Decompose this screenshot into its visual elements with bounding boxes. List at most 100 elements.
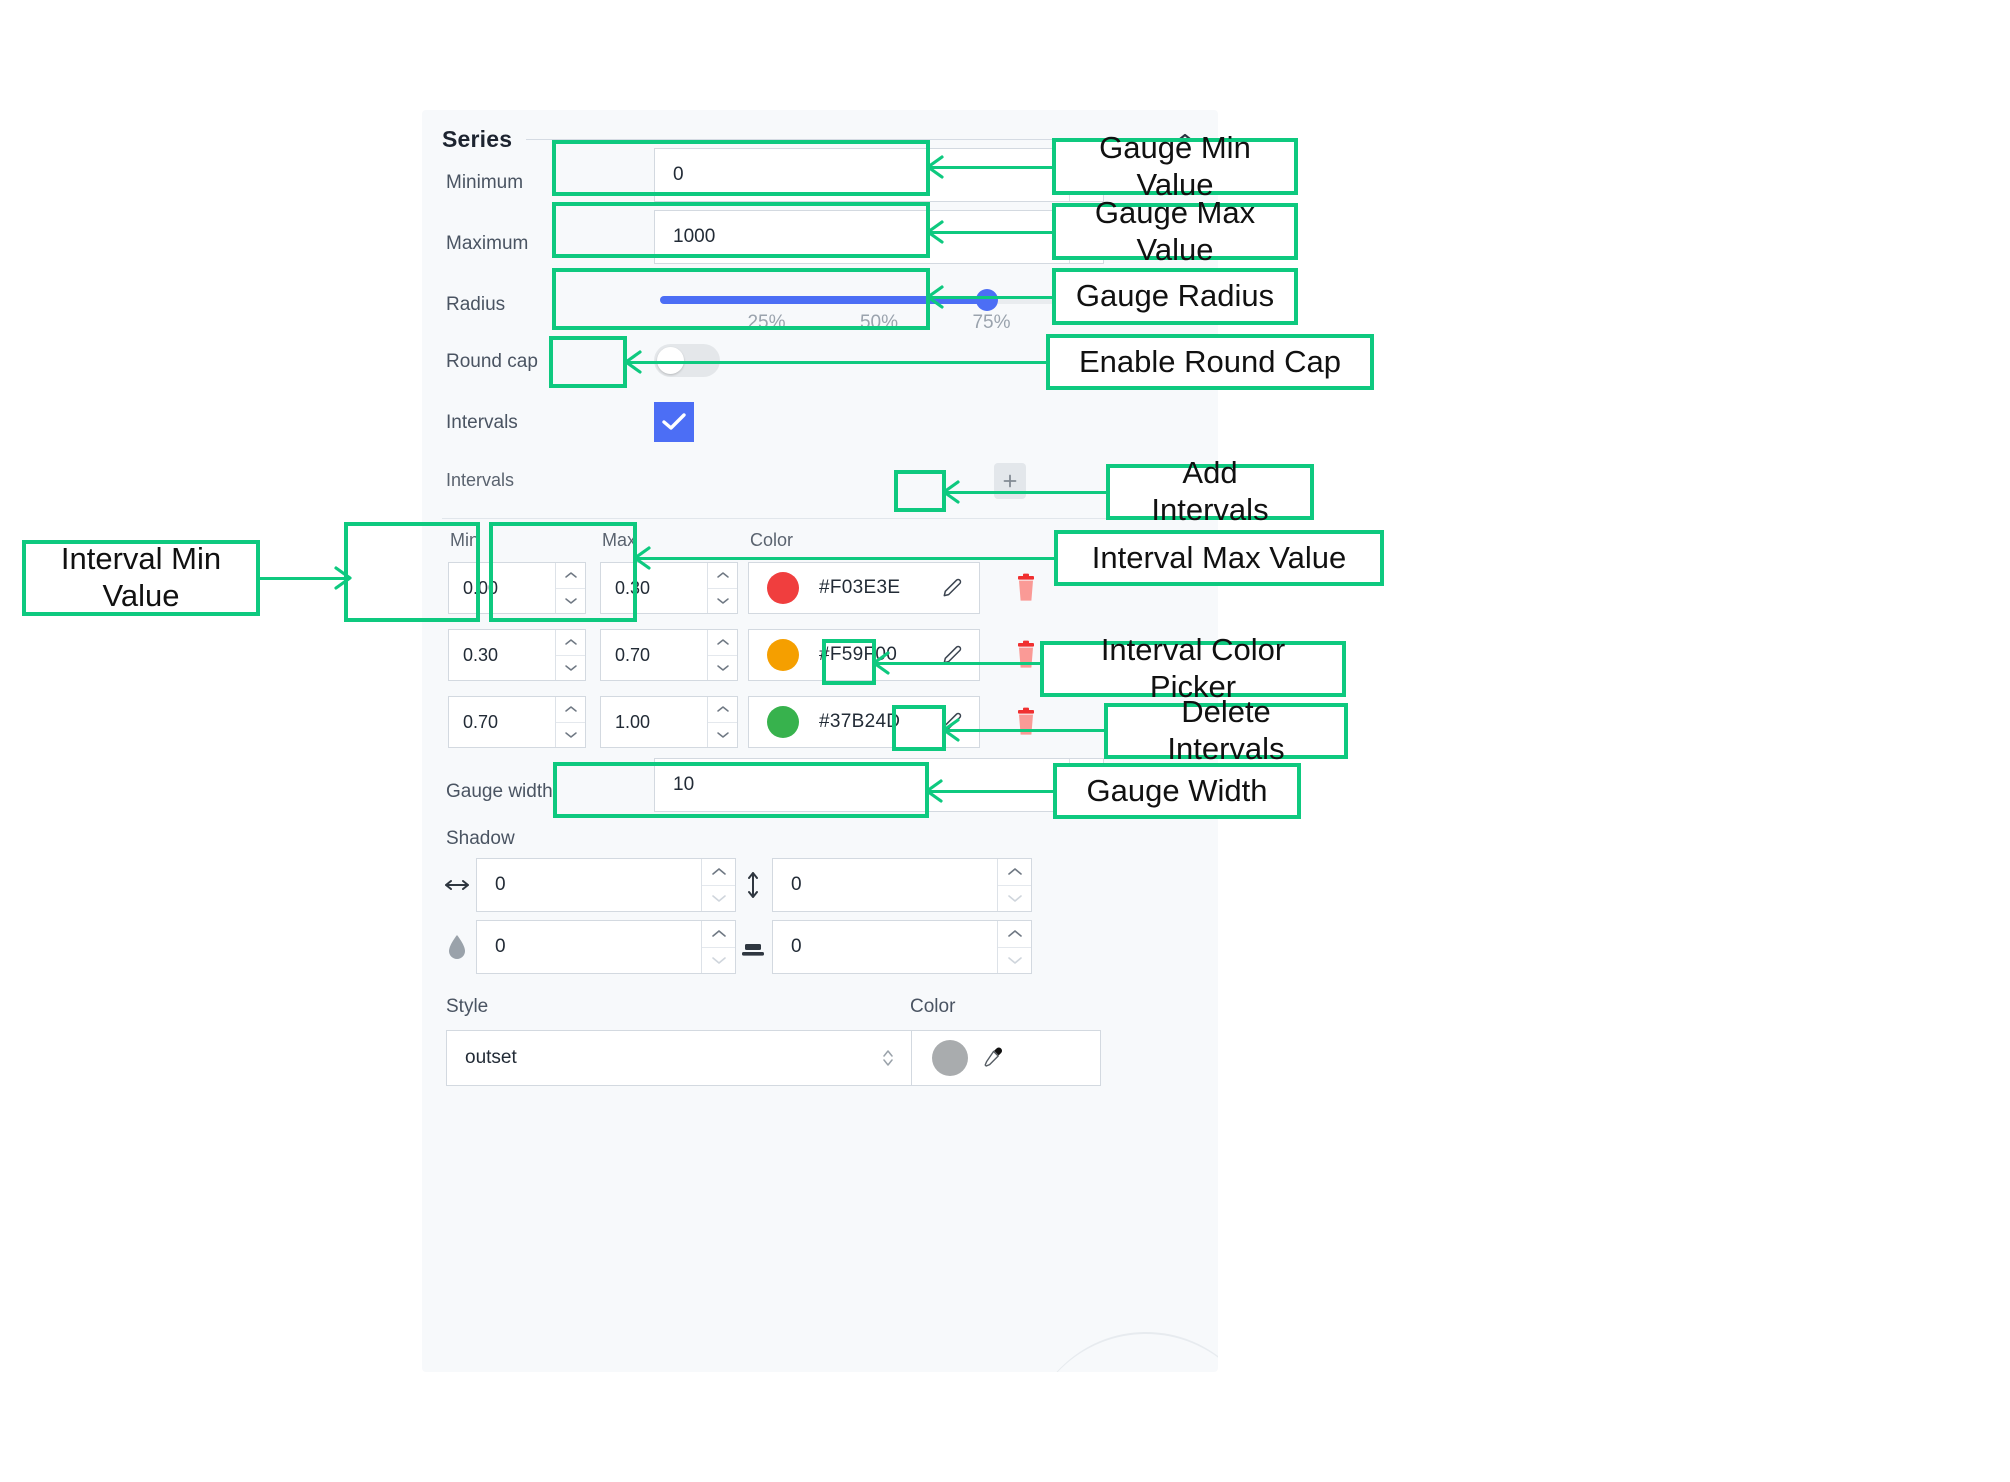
chevron-down-icon[interactable] (708, 721, 737, 748)
arrow-head-gauge-max (926, 220, 944, 244)
interval-min-spinner[interactable] (555, 697, 585, 747)
plus-icon (1003, 474, 1017, 488)
leader-interval-max (637, 557, 1055, 560)
chevron-down-icon[interactable] (998, 946, 1031, 974)
annotation-interval-min-value: Interval Min Value (22, 540, 260, 616)
delete-interval-button[interactable] (1012, 572, 1040, 604)
color-swatch (767, 572, 799, 604)
annotation-label: Interval Max Value (1091, 539, 1347, 575)
shadow-offset-y-input[interactable]: 0 (772, 858, 1032, 912)
interval-min-spinner[interactable] (555, 563, 585, 613)
interval-max-spinner[interactable] (707, 630, 737, 680)
chevron-up-icon[interactable] (708, 563, 737, 588)
color-swatch (767, 639, 799, 671)
minimum-input[interactable]: 0 (654, 148, 1104, 202)
shadow-spread-spinner[interactable] (997, 921, 1031, 973)
annotation-label: Gauge Width (1086, 772, 1268, 808)
spread-icon (740, 936, 766, 962)
shadow-offset-y-spinner[interactable] (997, 859, 1031, 911)
chevron-down-icon[interactable] (556, 654, 585, 681)
delete-interval-button[interactable] (1012, 706, 1040, 738)
chevron-up-icon[interactable] (556, 563, 585, 588)
interval-max-value: 0.70 (615, 644, 651, 665)
chevron-down-icon[interactable] (556, 587, 585, 614)
arrow-head-interval-max (633, 546, 651, 570)
chevron-down-icon[interactable] (556, 721, 585, 748)
arrow-head-delete-intervals (942, 718, 960, 742)
chevron-down-icon[interactable] (702, 946, 735, 974)
radius-slider[interactable]: 25% 50% 75% (654, 270, 1104, 340)
annotation-label: Gauge Radius (1075, 278, 1275, 314)
interval-min-value: 0.00 (463, 577, 499, 598)
interval-min-input[interactable]: 0.30 (448, 629, 586, 681)
border-color-swatch (932, 1040, 968, 1076)
col-header-color: Color (750, 530, 794, 550)
chevron-down-icon[interactable] (998, 884, 1031, 912)
interval-max-input[interactable]: 0.70 (600, 629, 738, 681)
border-color-button[interactable] (911, 1030, 1101, 1086)
leader-delete-intervals (946, 729, 1106, 732)
slider-tick-label: 25% (747, 312, 786, 333)
chevron-down-icon[interactable] (708, 654, 737, 681)
chevron-up-icon[interactable] (702, 921, 735, 947)
annotation-label: Gauge Min Value (1099, 129, 1251, 202)
annotation-label: Add Intervals (1151, 455, 1269, 527)
leader-color-picker (876, 662, 1052, 665)
interval-min-value: 0.70 (463, 711, 499, 732)
leader-gauge-radius (930, 296, 1052, 299)
pencil-icon[interactable] (941, 577, 963, 599)
gauge-width-value: 10 (673, 774, 695, 795)
annotation-label: Gauge Max Value (1094, 194, 1256, 267)
chevron-updown-icon[interactable] (881, 1047, 895, 1069)
annotation-label: Interval Min Value (60, 541, 222, 613)
intervals-list-label: Intervals (446, 470, 515, 490)
interval-min-spinner[interactable] (555, 630, 585, 680)
annotation-gauge-max-value: Gauge Max Value (1052, 195, 1298, 267)
interval-min-input[interactable]: 0.70 (448, 696, 586, 748)
interval-max-spinner[interactable] (707, 563, 737, 613)
chevron-up-icon[interactable] (556, 697, 585, 722)
interval-max-input[interactable]: 1.00 (600, 696, 738, 748)
slider-tick-label: 50% (859, 312, 899, 333)
chevron-up-icon[interactable] (556, 630, 585, 655)
maximum-input[interactable]: 1000 (654, 210, 1104, 264)
chevron-up-icon[interactable] (702, 859, 735, 885)
shadow-spread-input[interactable]: 0 (772, 920, 1032, 974)
intervals-checkbox[interactable] (654, 402, 694, 442)
arrow-head-round-cap (624, 350, 642, 374)
chevron-up-icon[interactable] (708, 630, 737, 655)
shadow-blur-input[interactable]: 0 (476, 920, 736, 974)
chevron-up-icon[interactable] (708, 697, 737, 722)
shadow-blur-value: 0 (495, 936, 506, 957)
chevron-down-icon[interactable] (708, 587, 737, 614)
shadow-offset-x-spinner[interactable] (701, 859, 735, 911)
arrow-head-color-picker (872, 651, 890, 675)
border-color-label: Color (910, 996, 956, 1017)
chevron-down-icon[interactable] (702, 884, 735, 912)
chevron-up-icon[interactable] (998, 859, 1031, 885)
annotation-label: Enable Round Cap (1079, 343, 1341, 379)
chevron-up-icon[interactable] (998, 921, 1031, 947)
shadow-blur-spinner[interactable] (701, 921, 735, 973)
panel-corner-arc (1026, 1332, 1218, 1372)
annotation-interval-max-value: Interval Max Value (1054, 530, 1384, 586)
interval-max-input[interactable]: 0.30 (600, 562, 738, 614)
interval-min-input[interactable]: 0.00 (448, 562, 586, 614)
gauge-width-input[interactable]: 10 (654, 758, 1104, 812)
slider-thumb[interactable] (976, 289, 998, 311)
minimum-value: 0 (673, 164, 684, 185)
delete-interval-button[interactable] (1012, 639, 1040, 671)
interval-max-spinner[interactable] (707, 697, 737, 747)
slider-tick-label: 75% (972, 312, 1011, 333)
leader-gauge-width (929, 790, 1053, 793)
arrow-head-gauge-min (926, 155, 944, 179)
annotation-gauge-width: Gauge Width (1053, 763, 1301, 819)
color-hex-value: #F03E3E (819, 577, 901, 598)
style-select[interactable]: outset (446, 1030, 912, 1086)
arrow-head-gauge-radius (926, 285, 944, 309)
interval-color-field[interactable]: #F03E3E (748, 562, 980, 614)
minimum-label: Minimum (446, 172, 524, 193)
intervals-divider (442, 518, 1198, 519)
eyedropper-icon[interactable] (980, 1045, 1006, 1071)
shadow-offset-x-input[interactable]: 0 (476, 858, 736, 912)
